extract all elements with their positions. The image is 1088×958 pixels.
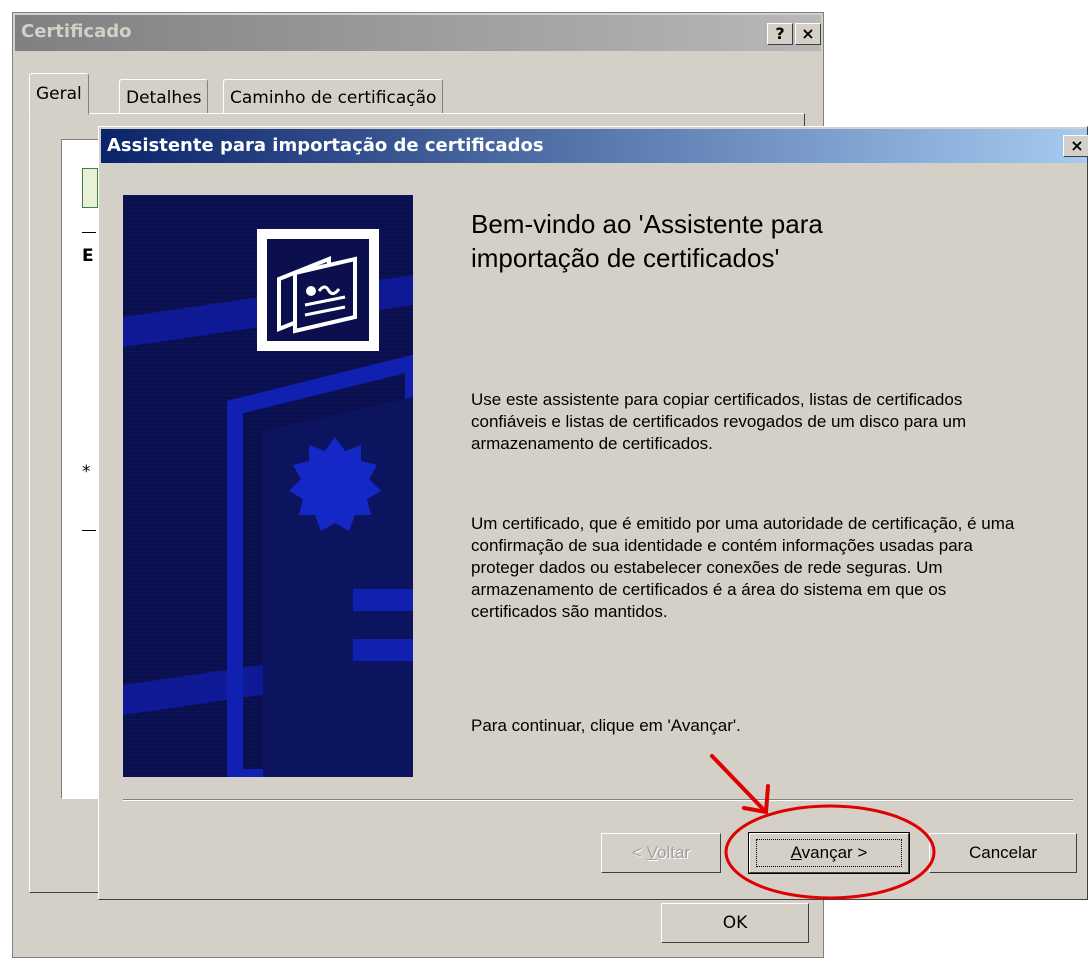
wizard-title: Assistente para importação de certificad… <box>107 135 544 156</box>
ok-button[interactable]: OK <box>661 903 809 943</box>
tab-caminho-de-certificacao[interactable]: Caminho de certificação <box>223 79 444 113</box>
wizard-heading-line1: Bem-vindo ao 'Assistente para <box>471 209 823 239</box>
wizard-heading-line2: importação de certificados' <box>471 243 780 273</box>
tab-caminho-label: Caminho de certificação <box>230 88 437 108</box>
tab-geral-label: Geral <box>36 84 82 104</box>
divider <box>82 530 96 531</box>
tab-detalhes-label: Detalhes <box>126 88 202 108</box>
back-button-prefix: < <box>631 843 647 862</box>
cancel-button[interactable]: Cancelar <box>929 833 1077 873</box>
wizard-close-button[interactable]: × <box>1063 135 1088 157</box>
wizard-paragraph-intro: Use este assistente para copiar certific… <box>471 390 967 453</box>
help-button[interactable]: ? <box>767 23 793 45</box>
banner-graphic <box>123 195 413 777</box>
partial-asterisk: * <box>82 462 91 482</box>
wizard-titlebar[interactable]: Assistente para importação de certificad… <box>101 129 1088 163</box>
wizard-paragraph-definition: Um certificado, que é emitido por uma au… <box>471 514 1015 621</box>
certificate-titlebar[interactable]: Certificado ? × <box>15 15 821 51</box>
wizard-heading: Bem-vindo ao 'Assistente para importação… <box>471 207 1051 275</box>
certificate-window-title: Certificado <box>21 21 132 42</box>
divider <box>82 232 96 233</box>
partial-label: E <box>82 246 94 266</box>
certificate-small-icon <box>82 168 98 208</box>
button-separator <box>123 799 1073 801</box>
wizard-banner-image <box>123 195 413 777</box>
back-button[interactable]: < Voltar <box>601 833 721 873</box>
import-wizard-dialog: Assistente para importação de certificad… <box>98 126 1088 900</box>
wizard-paragraph-continue: Para continuar, clique em 'Avançar'. <box>471 716 741 735</box>
tab-geral[interactable]: Geral <box>29 73 89 115</box>
certificate-close-button[interactable]: × <box>795 23 821 45</box>
next-button[interactable]: Avançar > <box>748 832 910 874</box>
tab-detalhes[interactable]: Detalhes <box>119 79 209 113</box>
focus-rect <box>756 839 902 867</box>
certificate-icon <box>257 229 379 351</box>
back-button-mnemonic: V <box>646 843 657 862</box>
back-button-label: oltar <box>656 843 691 862</box>
